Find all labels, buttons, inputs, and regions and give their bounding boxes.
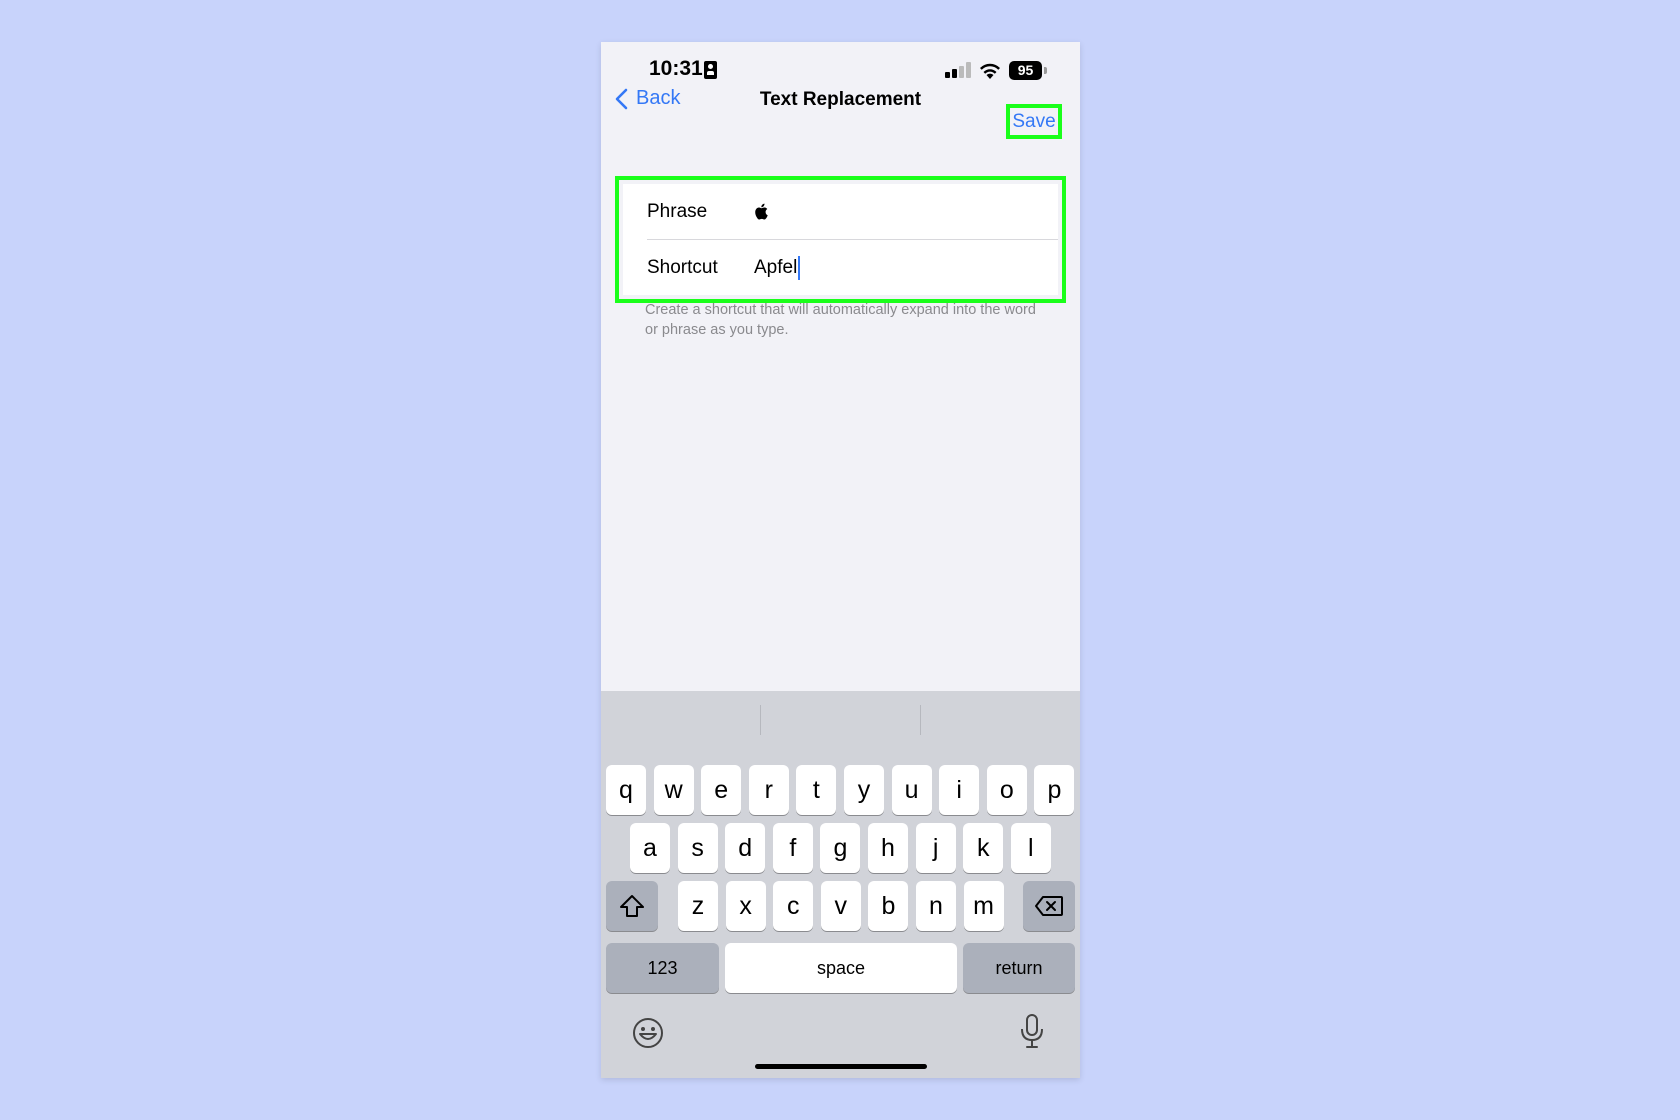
battery-icon: 95 (1009, 61, 1047, 80)
shortcut-field[interactable]: Apfel (754, 255, 801, 280)
shortcut-value: Apfel (754, 256, 798, 278)
key-z[interactable]: z (678, 881, 718, 931)
key-l[interactable]: l (1010, 823, 1051, 873)
text-cursor (798, 255, 801, 280)
footer-note: Create a shortcut that will automaticall… (645, 302, 1036, 338)
delete-icon (1035, 896, 1063, 916)
key-m[interactable]: m (963, 881, 1004, 931)
key-t[interactable]: t (796, 765, 837, 815)
key-k[interactable]: k (963, 823, 1004, 873)
save-button[interactable]: Save (1006, 104, 1062, 139)
suggestion-divider (920, 705, 921, 735)
battery-level: 95 (1009, 61, 1042, 80)
key-x[interactable]: x (725, 881, 766, 931)
key-h[interactable]: h (868, 823, 908, 873)
numbers-key[interactable]: 123 (606, 943, 719, 993)
key-d[interactable]: d (725, 823, 766, 873)
delete-key[interactable] (1023, 881, 1075, 931)
apple-logo-icon (755, 203, 768, 220)
key-w[interactable]: w (653, 765, 694, 815)
phrase-label: Phrase (647, 200, 708, 222)
key-n[interactable]: n (916, 881, 956, 931)
person-id-icon (704, 61, 717, 79)
signal-icon (945, 62, 971, 78)
microphone-icon[interactable] (1019, 1013, 1045, 1049)
space-key[interactable]: space (725, 943, 957, 993)
emoji-icon[interactable] (632, 1017, 664, 1049)
key-e[interactable]: e (701, 765, 742, 815)
keyboard: qwertyuiop asdfghjkl zxcvbnm 123 space r… (601, 691, 1080, 1078)
key-v[interactable]: v (820, 881, 861, 931)
shift-icon (620, 895, 644, 917)
shortcut-label: Shortcut (647, 256, 718, 278)
phrase-row[interactable]: Phrase (623, 184, 1058, 239)
key-g[interactable]: g (820, 823, 861, 873)
key-f[interactable]: f (772, 823, 813, 873)
key-i[interactable]: i (939, 765, 980, 815)
suggestion-divider (760, 705, 761, 735)
key-a[interactable]: a (630, 823, 670, 873)
home-indicator (755, 1064, 927, 1069)
shortcut-row[interactable]: Shortcut Apfel (623, 240, 1058, 295)
key-u[interactable]: u (891, 765, 932, 815)
shift-key[interactable] (606, 881, 658, 931)
text-replacement-form: Phrase Shortcut Apfel (623, 184, 1058, 295)
key-p[interactable]: p (1034, 765, 1075, 815)
key-y[interactable]: y (844, 765, 884, 815)
key-s[interactable]: s (677, 823, 718, 873)
return-key[interactable]: return (963, 943, 1075, 993)
form-highlight-box: Phrase Shortcut Apfel (615, 176, 1066, 303)
key-r[interactable]: r (748, 765, 789, 815)
key-b[interactable]: b (868, 881, 909, 931)
key-j[interactable]: j (915, 823, 956, 873)
key-q[interactable]: q (606, 765, 646, 815)
status-time: 10:31 (649, 57, 703, 80)
wifi-icon (978, 60, 1002, 80)
phrase-field[interactable] (754, 203, 768, 220)
key-o[interactable]: o (986, 765, 1027, 815)
key-c[interactable]: c (773, 881, 814, 931)
phone-screen: 10:31 95 Back Text Replacement Save Phra… (601, 42, 1080, 1078)
